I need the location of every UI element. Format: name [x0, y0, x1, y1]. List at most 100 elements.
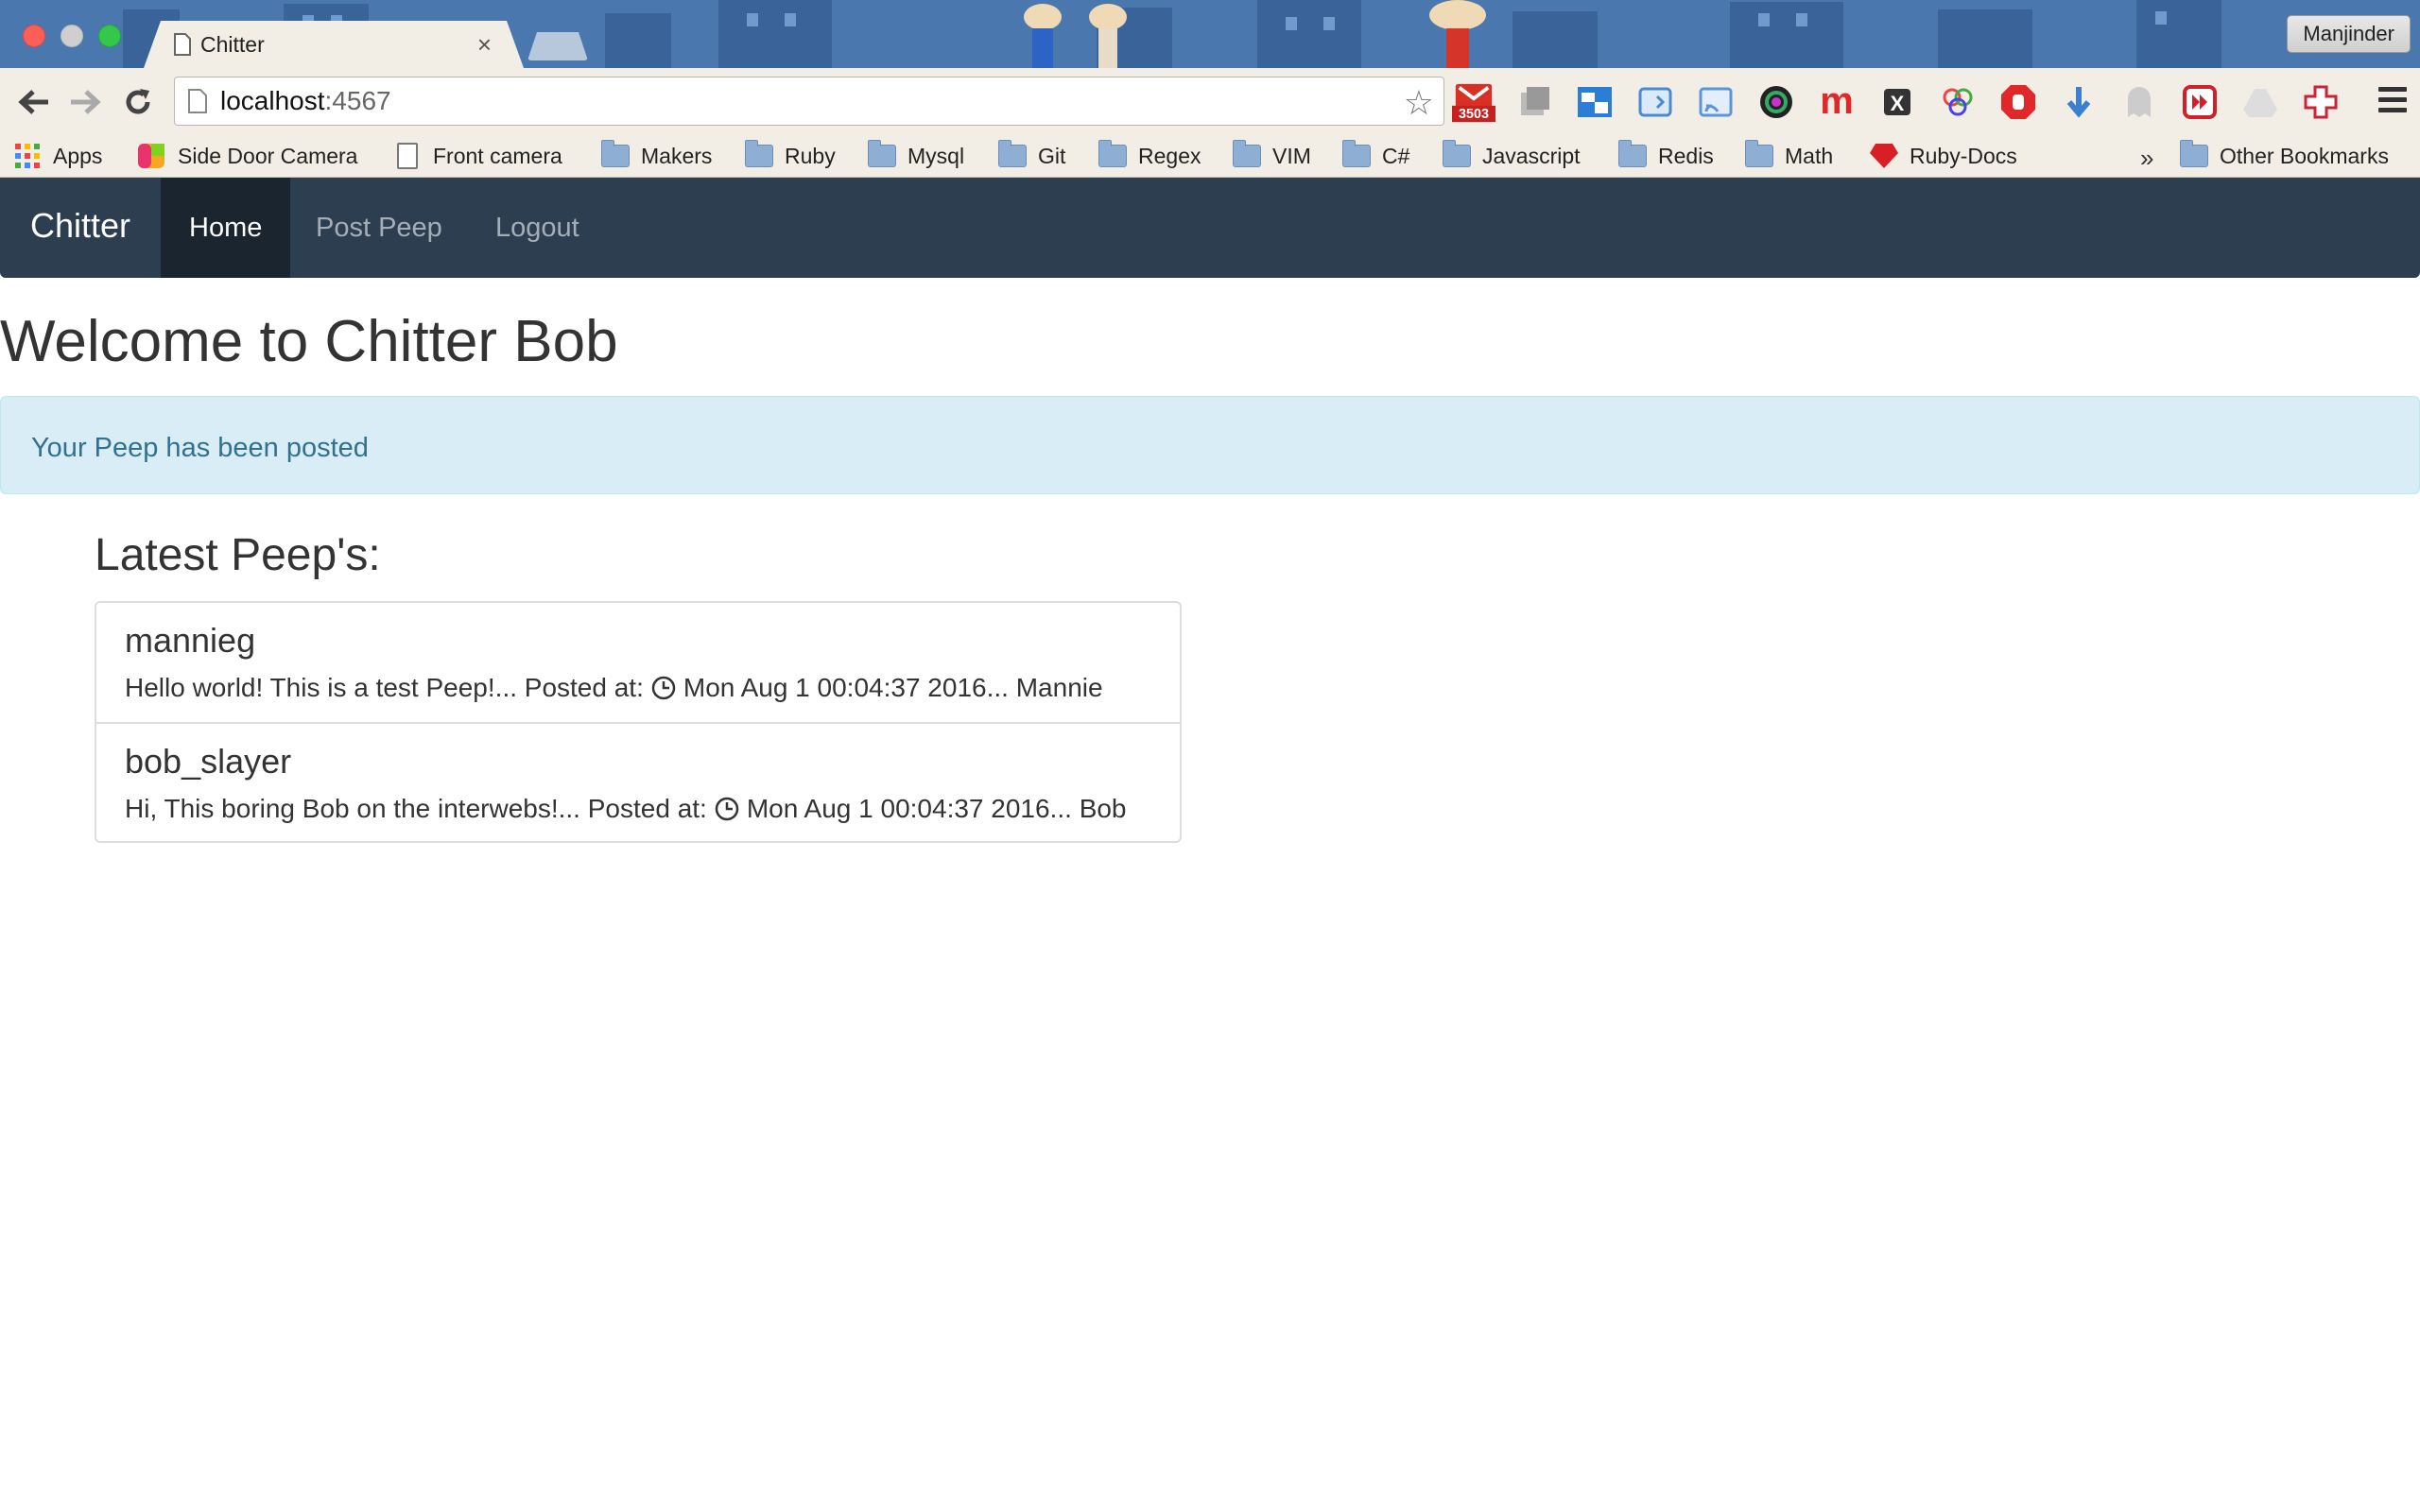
section-title: Latest Peep's: — [95, 530, 381, 580]
browser-tab-active[interactable]: Chitter × — [144, 21, 524, 68]
bookmark-math[interactable]: Math — [1745, 140, 1833, 172]
m-extension-icon[interactable]: m — [1815, 81, 1858, 123]
browser-toolbar: localhost:4567 ☆ 3503 m X — [0, 68, 2420, 134]
folder-icon — [1233, 140, 1261, 167]
forward-arrow-icon[interactable] — [64, 81, 106, 123]
bookmark-star-icon[interactable]: ☆ — [1404, 83, 1434, 123]
browser-menu-icon[interactable] — [2378, 87, 2407, 118]
bookmark-label: Ruby-Docs — [1910, 143, 2017, 168]
back-arrow-icon[interactable] — [13, 81, 55, 123]
page-icon — [397, 143, 418, 169]
bookmarks-overflow-chevron-icon[interactable]: » — [2140, 144, 2153, 173]
bookmark-label: Math — [1785, 143, 1834, 168]
bookmark-regex[interactable]: Regex — [1098, 140, 1201, 172]
stack-extension-icon[interactable] — [1512, 81, 1556, 123]
folder-icon — [1745, 140, 1773, 167]
x-extension-letter: X — [1891, 92, 1905, 115]
profile-button[interactable]: Manjinder — [2287, 15, 2411, 53]
peep-author: Bob — [1079, 794, 1127, 823]
bookmark-label: Javascript — [1482, 143, 1581, 168]
page-icon — [174, 33, 191, 56]
tab-close-icon[interactable]: × — [477, 30, 492, 60]
colorful-app-icon — [138, 144, 164, 168]
bookmark-ruby-docs[interactable]: Ruby-Docs — [1870, 140, 2017, 172]
address-bar[interactable]: localhost:4567 ☆ — [174, 77, 1444, 126]
peep-body: Hi, This boring Bob on the interwebs!...… — [125, 794, 1151, 824]
download-extension-icon[interactable] — [2057, 81, 2100, 123]
peep-item: mannieg Hello world! This is a test Peep… — [96, 603, 1180, 722]
bookmark-label: Apps — [53, 143, 103, 168]
folder-icon — [1098, 140, 1127, 167]
site-navbar: Chitter Home Post Peep Logout — [0, 178, 2420, 278]
other-bookmarks[interactable]: Other Bookmarks — [2180, 140, 2389, 172]
new-tab-button[interactable] — [527, 32, 588, 60]
bookmark-apps[interactable]: Apps — [15, 140, 102, 172]
media-extension-icon[interactable] — [2178, 81, 2221, 123]
folder-icon — [1443, 140, 1471, 167]
clock-icon — [651, 676, 676, 700]
cross-extension-icon[interactable] — [2299, 81, 2342, 123]
nav-logout[interactable]: Logout — [467, 178, 608, 278]
color-picker-icon[interactable] — [1754, 81, 1798, 123]
peep-item: bob_slayer Hi, This boring Bob on the in… — [96, 722, 1180, 841]
tab-title: Chitter — [200, 31, 265, 57]
peep-timestamp: Mon Aug 1 00:04:37 2016... — [746, 794, 1072, 823]
clock-icon — [715, 797, 739, 821]
peep-message: Hi, This boring Bob on the interwebs!... — [125, 794, 580, 823]
adblock-icon[interactable] — [1996, 81, 2040, 123]
folder-icon — [1618, 140, 1647, 167]
bookmark-mysql[interactable]: Mysql — [868, 140, 964, 172]
window-zoom-button[interactable] — [98, 25, 121, 47]
bookmark-redis[interactable]: Redis — [1618, 140, 1714, 172]
folder-icon — [998, 140, 1027, 167]
code-extension-icon[interactable] — [1634, 81, 1677, 123]
url-port: :4567 — [324, 86, 391, 115]
m-extension-letter: m — [1820, 83, 1854, 121]
gmail-checker-icon[interactable]: 3503 — [1452, 81, 1495, 123]
peep-body: Hello world! This is a test Peep!... Pos… — [125, 673, 1151, 703]
folder-icon — [745, 140, 773, 167]
folder-icon — [601, 140, 630, 167]
x-extension-icon[interactable]: X — [1876, 81, 1919, 123]
drive-extension-icon[interactable] — [2238, 81, 2282, 123]
bookmark-label: Makers — [641, 143, 713, 168]
peep-posted-label: Posted at: — [587, 794, 707, 823]
page-title: Welcome to Chitter Bob — [0, 309, 618, 374]
bookmark-label: Side Door Camera — [178, 143, 358, 168]
bookmark-label: Front camera — [433, 143, 562, 168]
other-bookmarks-label: Other Bookmarks — [2220, 143, 2389, 168]
reload-icon[interactable] — [117, 81, 159, 123]
folder-icon — [2180, 140, 2208, 167]
ghost-extension-icon[interactable] — [2118, 81, 2161, 123]
apps-grid-icon — [15, 144, 40, 168]
folder-icon — [1342, 140, 1371, 167]
success-alert: Your Peep has been posted — [0, 396, 2420, 494]
ruby-icon — [1870, 144, 1898, 168]
peep-author: Mannie — [1015, 673, 1103, 702]
bookmark-front-camera[interactable]: Front camera — [397, 140, 562, 172]
bookmark-git[interactable]: Git — [998, 140, 1065, 172]
nav-home[interactable]: Home — [161, 178, 291, 278]
cast-extension-icon[interactable] — [1694, 81, 1737, 123]
window-resizer-icon[interactable] — [1573, 81, 1616, 123]
bookmark-javascript[interactable]: Javascript — [1443, 140, 1581, 172]
window-minimize-button[interactable] — [60, 25, 83, 47]
rings-extension-icon[interactable] — [1936, 81, 1979, 123]
bookmark-label: Ruby — [785, 143, 836, 168]
bookmark-makers[interactable]: Makers — [601, 140, 712, 172]
gmail-badge: 3503 — [1459, 107, 1489, 122]
bookmark-csharp[interactable]: C# — [1342, 140, 1409, 172]
page-info-icon[interactable] — [188, 89, 207, 113]
peep-username: mannieg — [125, 621, 256, 660]
browser-titlebar: Chitter × Manjinder — [0, 0, 2420, 68]
bookmark-ruby[interactable]: Ruby — [745, 140, 836, 172]
peep-message: Hello world! This is a test Peep!... — [125, 673, 517, 702]
site-brand[interactable]: Chitter — [30, 206, 130, 246]
bookmark-side-door-camera[interactable]: Side Door Camera — [136, 140, 357, 172]
folder-icon — [868, 140, 896, 167]
nav-post-peep[interactable]: Post Peep — [287, 178, 471, 278]
window-close-button[interactable] — [23, 25, 45, 47]
peep-list: mannieg Hello world! This is a test Peep… — [95, 601, 1182, 843]
bookmark-vim[interactable]: VIM — [1233, 140, 1311, 172]
peep-posted-label: Posted at: — [524, 673, 644, 702]
